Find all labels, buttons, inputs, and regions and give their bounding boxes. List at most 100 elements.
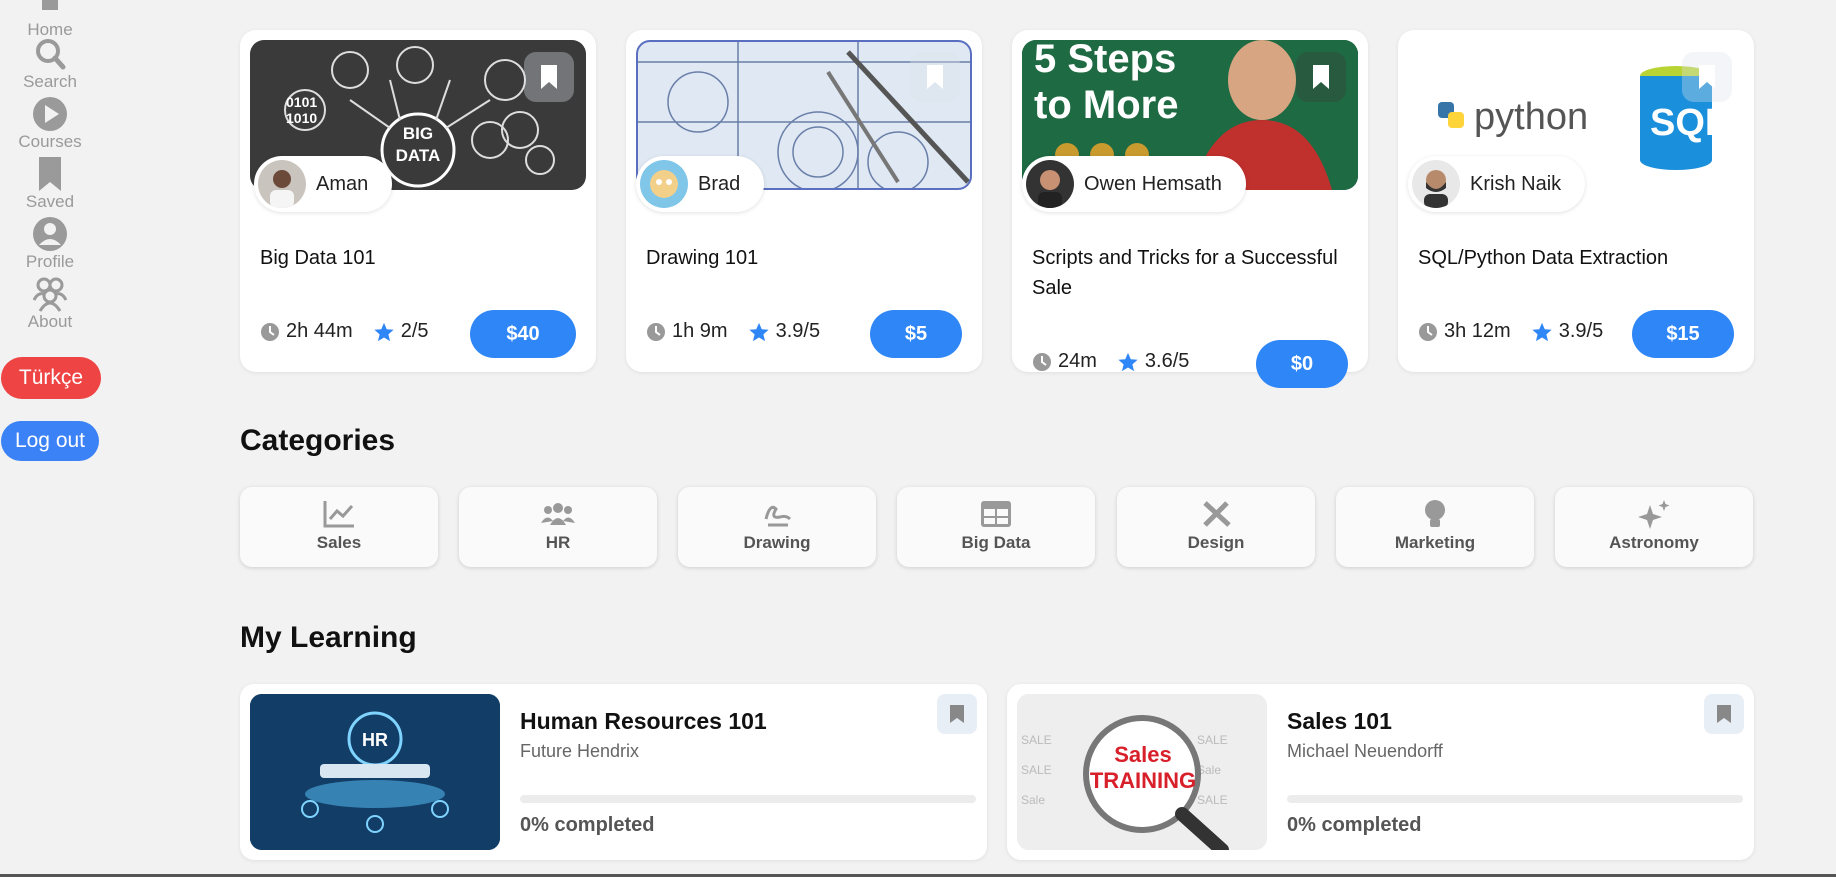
course-title[interactable]: Drawing 101 [646,243,966,273]
bookmark-button[interactable] [910,52,960,102]
hr-hologram-image: HR [250,694,500,850]
category-design[interactable]: Design [1117,487,1315,567]
course-meta: 24m 3.6/5 [1032,350,1189,373]
star-icon [1532,322,1552,341]
bookmark-icon [1717,705,1731,723]
home-icon [42,0,58,10]
price-button[interactable]: $40 [470,310,576,358]
category-label: Design [1187,533,1245,552]
logout-button[interactable]: Log out [1,421,99,461]
svg-text:Sale: Sale [1021,793,1045,807]
category-label: Marketing [1394,533,1476,552]
nav-search[interactable]: Search [0,34,100,92]
learning-author: Michael Neuendorff [1287,741,1443,761]
signature-icon [764,505,792,527]
category-drawing[interactable]: Drawing [678,487,876,567]
course-meta: 3h 12m 3.9/5 [1418,320,1603,343]
search-icon [36,39,66,70]
nav-courses[interactable]: Courses [0,94,100,152]
course-meta: 2h 44m 2/5 [260,320,429,343]
course-duration: 2h 44m [286,320,353,342]
bookmark-icon [541,65,557,89]
course-duration: 1h 9m [672,320,728,342]
nav-saved[interactable]: Saved [0,154,100,212]
price-button[interactable]: $5 [870,310,962,358]
clock-icon [1419,322,1437,341]
rating-value: 3.9/5 [775,320,821,342]
user-icon [33,217,67,251]
bookmark-icon [1699,65,1715,89]
nav-profile-label: Profile [25,252,75,271]
category-sales[interactable]: Sales [240,487,438,567]
svg-text:SALE: SALE [1197,793,1228,807]
progress-bar [520,795,976,803]
my-learning-heading: My Learning [240,621,417,654]
categories-heading: Categories [240,424,396,457]
course-rating: 3.9/5 [1531,320,1603,343]
author-name: Aman [316,172,369,195]
star-icon [374,322,394,341]
learning-title[interactable]: Human Resources 101 [520,708,767,735]
bookmark-button[interactable] [937,694,977,734]
course-duration: 24m [1058,350,1097,372]
clock-icon [647,322,665,341]
bookmark-button[interactable] [1296,52,1346,102]
nav-about-label: About [27,312,73,331]
svg-text:HR: HR [362,730,388,750]
avatar [640,160,688,208]
thumbnail-text: 5 Steps to More [1034,40,1179,127]
category-big-data[interactable]: Big Data [897,487,1095,567]
category-astronomy[interactable]: Astronomy [1555,487,1753,567]
progress-label: 0% completed [520,814,655,836]
bookmark-button[interactable] [524,52,574,102]
course-duration: 3h 12m [1444,320,1511,342]
users-icon [32,277,68,312]
nav-about[interactable]: About [0,274,100,332]
price-button[interactable]: $0 [1256,340,1348,388]
category-marketing[interactable]: Marketing [1336,487,1534,567]
category-label: HR [545,533,571,552]
author-badge: Brad [636,156,765,212]
language-button[interactable]: Türkçe [1,357,101,399]
bookmark-button[interactable] [1704,694,1744,734]
price-button[interactable]: $15 [1632,310,1734,358]
category-label: Big Data [961,533,1031,552]
course-rating: 3.9/5 [748,320,820,343]
bookmark-button[interactable] [1682,52,1732,102]
star-icon [1118,352,1138,371]
course-title[interactable]: SQL/Python Data Extraction [1418,243,1738,273]
rating-value: 2/5 [400,320,429,342]
category-hr[interactable]: HR [459,487,657,567]
svg-text:SALE: SALE [1197,733,1228,747]
course-card[interactable]: python SQL Krish Naik SQL/Python Data Ex… [1398,30,1754,372]
course-card[interactable]: 5 Steps to More Owen Hemsath Scripts and … [1012,30,1368,388]
nav-saved-label: Saved [25,192,75,211]
play-icon [33,97,67,131]
progress-label: 0% completed [1287,814,1422,836]
nav-profile[interactable]: Profile [0,214,100,272]
learning-author: Future Hendrix [520,741,640,761]
rating-value: 3.9/5 [1558,320,1604,342]
category-label: Drawing [743,533,811,552]
course-title[interactable]: Big Data 101 [260,243,580,273]
author-badge: Aman [254,156,393,212]
learning-card[interactable]: HR Human Resources 101 Future Hendrix 0%… [240,684,987,860]
nav-courses-label: Courses [18,132,82,151]
course-rating: 3.6/5 [1117,350,1189,373]
chart-line-icon [323,501,354,528]
sparkles-icon [1638,500,1670,529]
table-icon [981,501,1011,527]
category-label: Sales [316,533,362,552]
learning-title[interactable]: Sales 101 [1287,708,1392,735]
avatar [1412,160,1460,208]
svg-text:SALE: SALE [1021,733,1052,747]
thumbnail-text: Sales TRAINING [1089,742,1197,793]
author-name: Owen Hemsath [1084,172,1222,195]
course-card[interactable]: Brad Drawing 101 1h 9m 3.9/5 $5 [626,30,982,372]
course-card[interactable]: BIG DATA 0101 1010 Aman Big Data 101 2h 44… [240,30,596,372]
bookmark-icon [927,65,943,89]
learning-card[interactable]: SALE SALE Sale SALE Sale SALE Sales TRAINING … [1007,684,1754,860]
course-title[interactable]: Scripts and Tricks for a Successful Sale [1032,243,1352,303]
bookmark-icon [39,157,61,191]
author-name: Brad [698,172,741,195]
